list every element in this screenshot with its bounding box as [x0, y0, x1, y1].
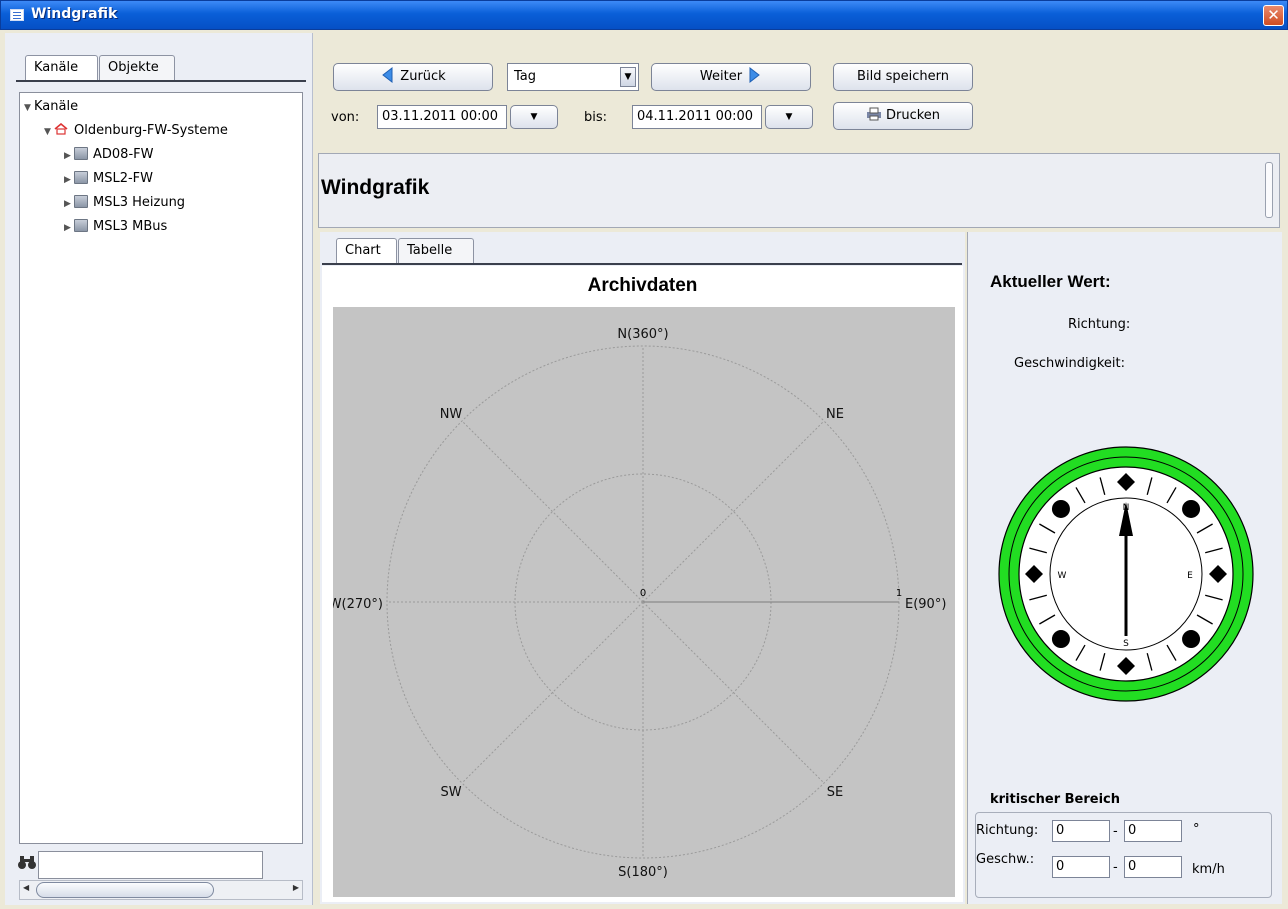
range-dash: - [1113, 824, 1118, 839]
speed-unit: km/h [1192, 862, 1225, 877]
direction-label: SE [827, 785, 843, 800]
compass-dot [1182, 630, 1201, 649]
computer-icon [74, 219, 88, 232]
direction-label: W(270°) [333, 597, 383, 612]
crit-direction-label: Richtung: [976, 823, 1039, 838]
house-icon [54, 123, 68, 135]
channel-tree: ▼ Kanäle ▼ Oldenburg-FW-Systeme ▶ AD08-FW ▶… [19, 92, 303, 844]
crit-speed-to[interactable]: 0 [1124, 856, 1182, 878]
print-button[interactable]: Drucken [833, 102, 973, 130]
tab-divider [322, 263, 962, 265]
period-value: Tag [514, 69, 537, 84]
range-dash: - [1113, 860, 1118, 875]
save-image-button[interactable]: Bild speichern [833, 63, 973, 91]
tree-root[interactable]: ▼ Kanäle [24, 99, 78, 119]
direction-label: E(90°) [905, 597, 946, 612]
horizontal-scrollbar[interactable]: ◀ ▶ [19, 880, 303, 900]
compass-dot [1051, 499, 1070, 518]
compass-letter: E [1187, 571, 1193, 581]
direction-label: N(360°) [617, 327, 668, 342]
radial-tick-label: 1 [896, 588, 902, 599]
binoculars-icon [17, 853, 37, 871]
printer-icon [866, 107, 881, 121]
compass-letter: W [1058, 571, 1067, 581]
expand-icon[interactable]: ▶ [64, 151, 74, 161]
direction-label: SW [440, 785, 461, 800]
chevron-down-icon[interactable]: ▼ [620, 67, 636, 87]
period-select[interactable]: Tag ▼ [507, 63, 639, 91]
compass-dot [1051, 630, 1070, 649]
crit-direction-to[interactable]: 0 [1124, 820, 1182, 842]
direction-label: Richtung: [1068, 317, 1131, 332]
tree-group-label: Oldenburg-FW-Systeme [74, 123, 228, 138]
scroll-right-icon[interactable]: ▶ [293, 883, 299, 892]
spoke-line [642, 420, 825, 603]
tab-table[interactable]: Tabelle [398, 238, 474, 264]
expand-icon[interactable]: ▶ [64, 199, 74, 209]
arrow-left-icon [382, 66, 393, 84]
crit-direction-from[interactable]: 0 [1052, 820, 1110, 842]
header-panel: Windgrafik [318, 153, 1280, 228]
back-button[interactable]: Zurück [333, 63, 493, 91]
direction-label: NW [440, 407, 463, 422]
computer-icon [74, 147, 88, 160]
window-title: Windgrafik [31, 6, 118, 22]
title-bar: Windgrafik [0, 0, 1288, 30]
tree-root-label: Kanäle [34, 99, 79, 114]
expand-icon[interactable]: ▶ [64, 175, 74, 185]
tab-kanaele[interactable]: Kanäle [25, 55, 98, 81]
to-date-field[interactable]: 04.11.2011 00:00 [632, 105, 762, 129]
from-label: von: [331, 110, 360, 125]
compass-icon: NESW [998, 446, 1254, 702]
window-icon [10, 9, 24, 21]
plot-area: N(360°) NE E(90°) SE S(180°) SW W(270°) NW 0 1 [329, 307, 955, 897]
computer-icon [74, 171, 88, 184]
to-date-picker-button[interactable]: ▼ [765, 105, 813, 129]
speed-label: Geschwindigkeit: [1014, 356, 1125, 371]
page-title: Windgrafik [321, 176, 430, 199]
compass: NESW [997, 446, 1255, 702]
scrollbar-thumb[interactable] [36, 882, 214, 898]
direction-label: S(180°) [618, 865, 668, 880]
degree-unit: ° [1193, 822, 1200, 837]
spoke-line [461, 601, 644, 784]
expand-icon[interactable]: ▶ [64, 223, 74, 233]
current-value-title: Aktueller Wert: [990, 272, 1111, 291]
from-date-picker-button[interactable]: ▼ [510, 105, 558, 129]
direction-label: NE [826, 407, 844, 422]
computer-icon [74, 195, 88, 208]
polar-chart: N(360°) NE E(90°) SE S(180°) SW W(270°) NW 0 1 [329, 327, 947, 880]
tree-item[interactable]: ▶ MSL3 Heizung [64, 195, 185, 215]
crit-speed-label: Geschw.: [976, 852, 1035, 867]
tree-item[interactable]: ▶ AD08-FW [64, 147, 153, 167]
tree-item-label: MSL3 MBus [93, 219, 168, 234]
expand-icon[interactable]: ▼ [44, 127, 54, 137]
compass-letter: S [1123, 639, 1129, 649]
from-date-field[interactable]: 03.11.2011 00:00 [377, 105, 507, 129]
chart-title: Archivdaten [587, 275, 698, 296]
tree-item-label: MSL3 Heizung [93, 195, 186, 210]
scroll-left-icon[interactable]: ◀ [23, 883, 29, 892]
arrow-right-icon [749, 66, 760, 84]
tree-item[interactable]: ▶ MSL3 MBus [64, 219, 167, 239]
compass-dot [1182, 499, 1201, 518]
tree-item-label: MSL2-FW [93, 171, 154, 186]
tab-chart[interactable]: Chart [336, 238, 397, 264]
tab-objekte[interactable]: Objekte [99, 55, 175, 81]
tab-divider [16, 80, 306, 82]
crit-speed-from[interactable]: 0 [1052, 856, 1110, 878]
expand-icon[interactable]: ▼ [24, 103, 34, 113]
spoke-line [461, 420, 644, 603]
radial-tick-label: 0 [640, 588, 646, 599]
next-button[interactable]: Weiter [651, 63, 811, 91]
tree-item[interactable]: ▶ MSL2-FW [64, 171, 153, 191]
tree-item-label: AD08-FW [93, 147, 154, 162]
critical-range-title: kritischer Bereich [990, 792, 1121, 807]
to-label: bis: [584, 110, 608, 125]
tree-group[interactable]: ▼ Oldenburg-FW-Systeme [44, 123, 228, 143]
search-input[interactable] [38, 851, 263, 879]
close-button[interactable]: ✕ [1263, 5, 1284, 26]
header-scrollbar[interactable] [1265, 162, 1273, 218]
